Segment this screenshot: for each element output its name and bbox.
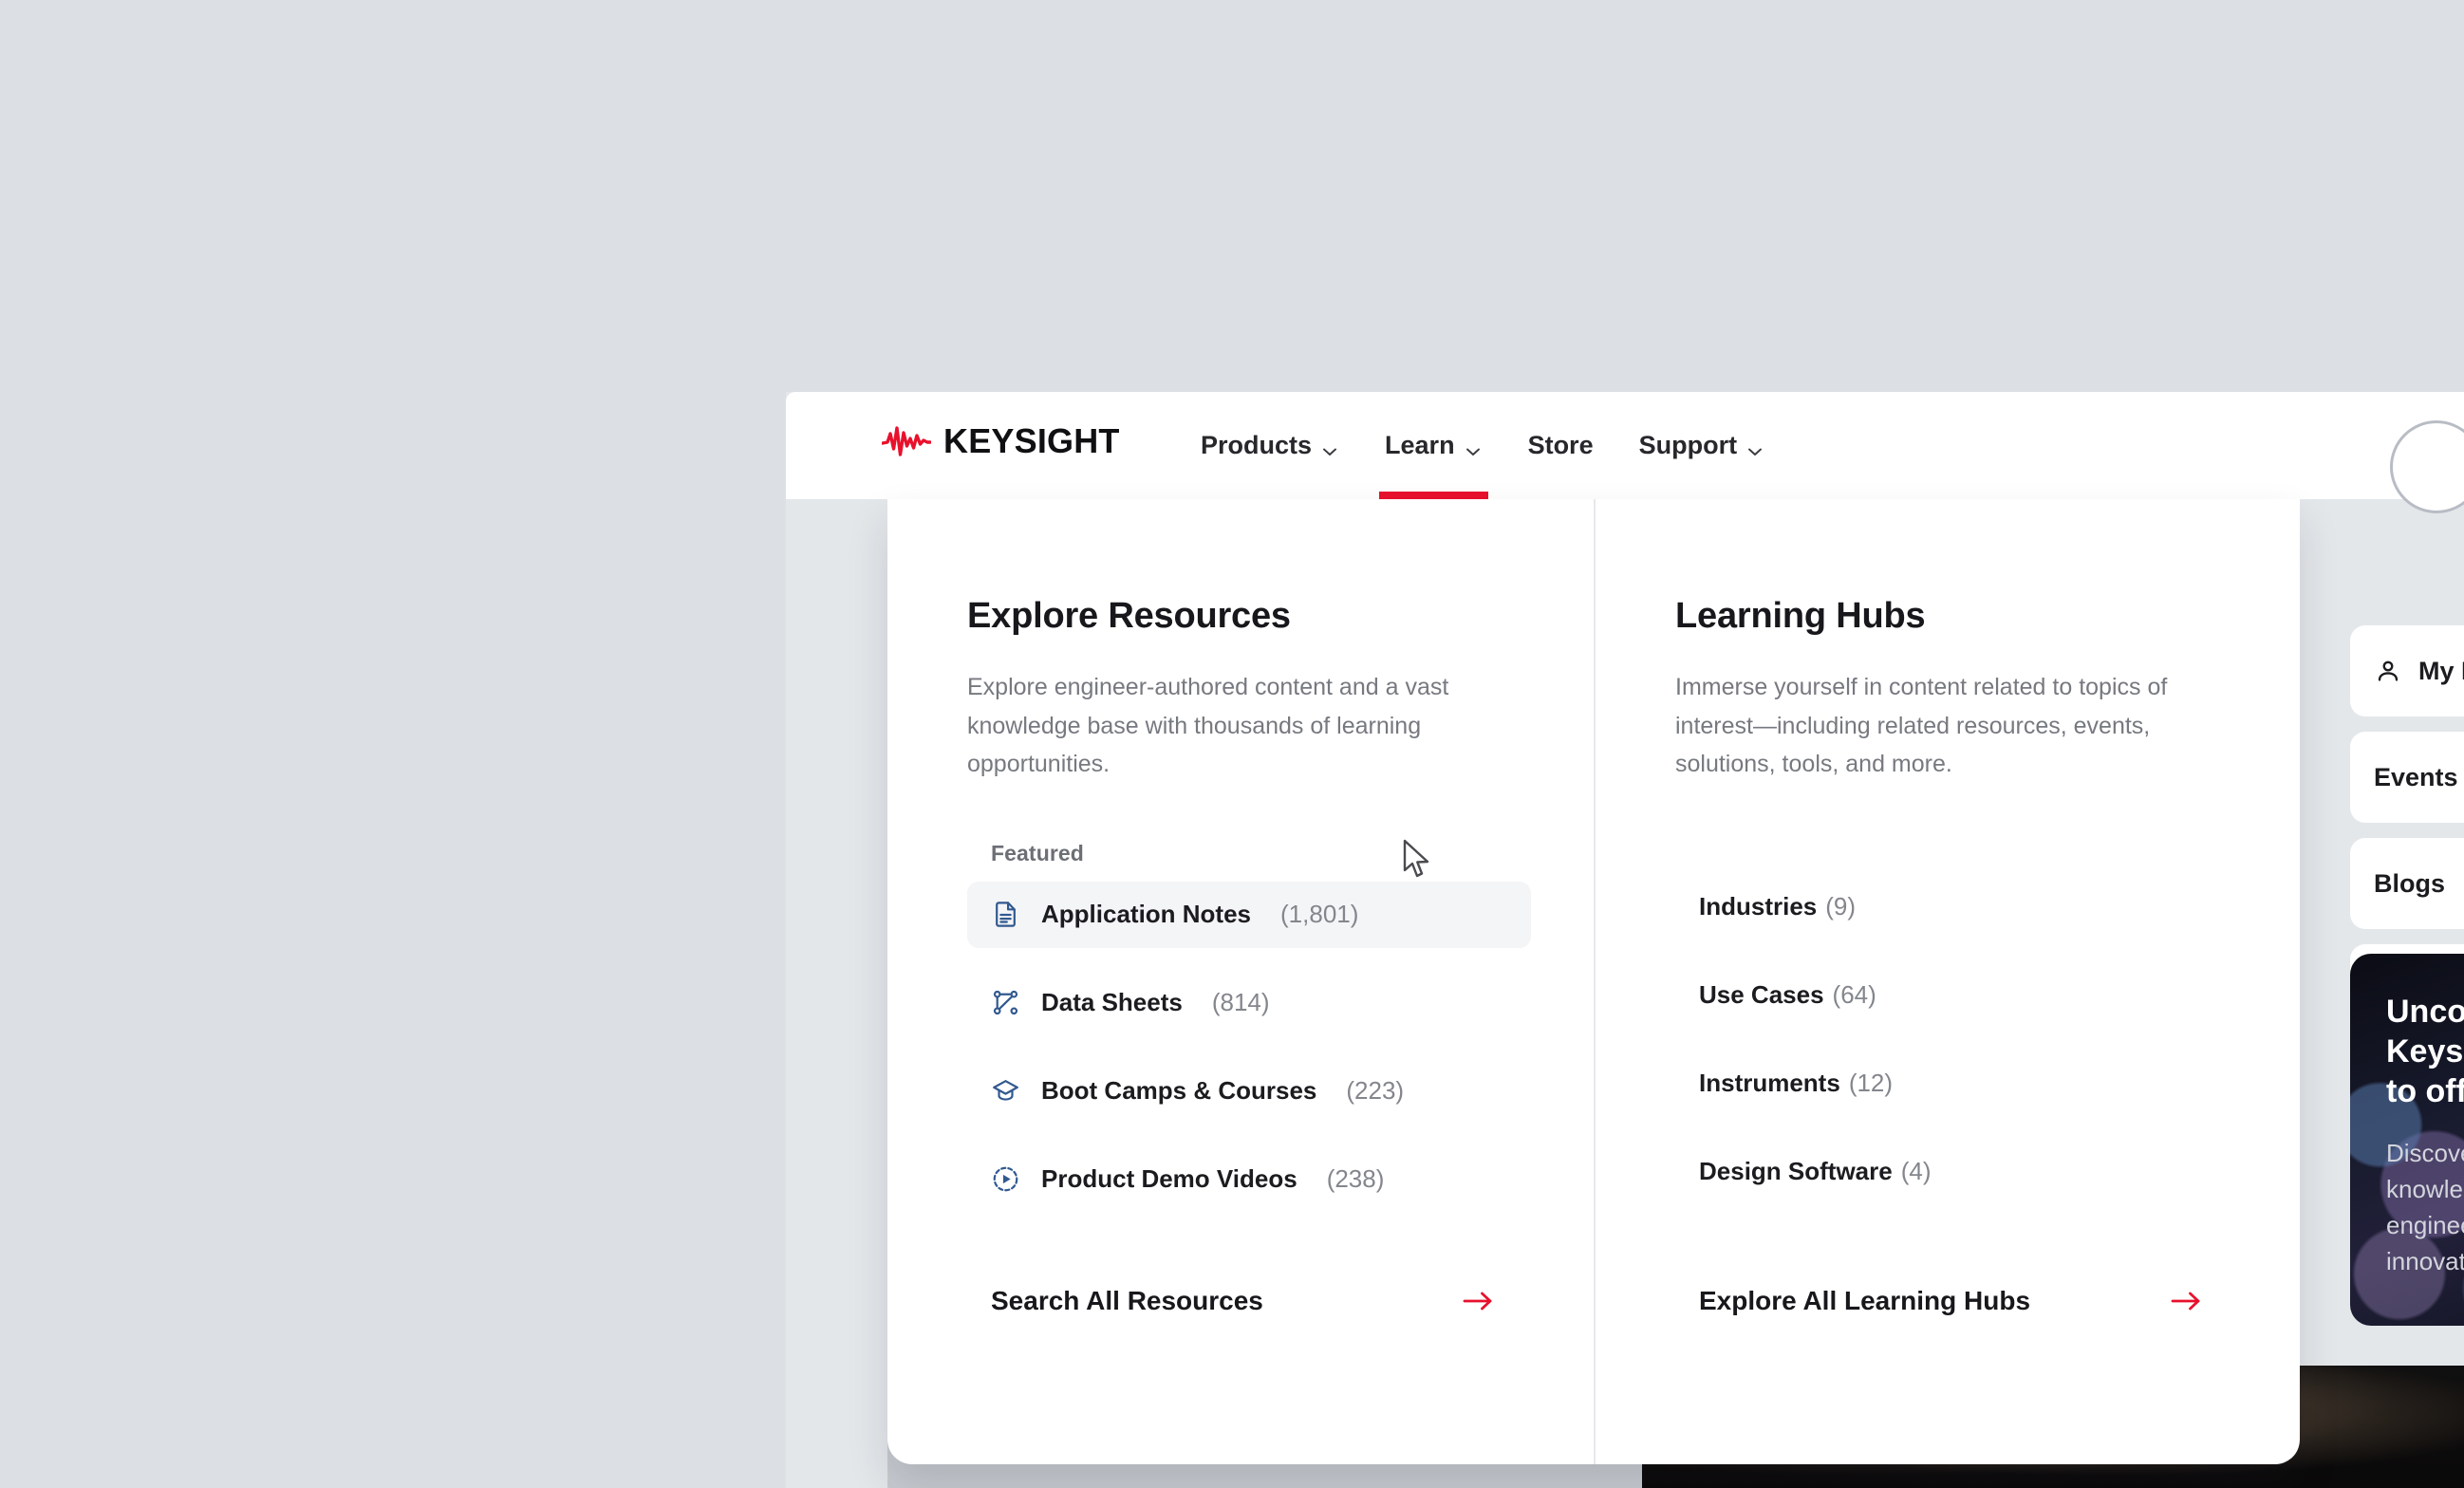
explore-resources-column: Explore Resources Explore engineer-autho… [887, 499, 1594, 1464]
chevron-down-icon [1745, 438, 1764, 457]
nav-item-label: Support [1638, 431, 1738, 459]
resource-item-count: (1,801) [1280, 900, 1359, 928]
hub-item-instruments[interactable]: Instruments (12) [1699, 1062, 1893, 1106]
hub-item-label: Design Software [1699, 1157, 1893, 1185]
hub-item-design-software[interactable]: Design Software (4) [1699, 1150, 1932, 1194]
search-all-resources-link[interactable]: Search All Resources [991, 1286, 1494, 1316]
screen: 80+ Topics 5,000+ Resources 8+ Languages… [0, 0, 2464, 1488]
rail-card-label: Blogs [2374, 868, 2446, 898]
rail-card-blogs[interactable]: Blogs [2350, 838, 2464, 929]
nav-item-support[interactable]: Support [1616, 392, 1787, 499]
hub-item-count: (9) [1825, 892, 1857, 921]
person-icon [2374, 657, 2402, 685]
keysight-waveform-icon [881, 425, 932, 457]
document-icon [991, 900, 1020, 929]
cta-label: Search All Resources [991, 1286, 1263, 1315]
resource-item-label: Application Notes [1041, 900, 1252, 928]
nav-item-store[interactable]: Store [1505, 392, 1616, 499]
hub-item-industries[interactable]: Industries (9) [1699, 885, 1856, 929]
graduation-cap-icon [991, 1076, 1020, 1106]
rail-card-label: My Lea [2418, 656, 2464, 685]
browser-window: 80+ Topics 5,000+ Resources 8+ Languages… [786, 392, 2464, 1488]
brand-logo[interactable]: KEYSIGHT [881, 421, 1120, 460]
rail-card-my-learning[interactable]: My Lea [2350, 625, 2464, 716]
hub-item-label: Industries [1699, 892, 1818, 921]
resource-item-data-sheets[interactable]: Data Sheets (814) [967, 970, 1531, 1036]
column-title: Explore Resources [967, 596, 1291, 636]
nav-item-label: Products [1201, 431, 1313, 459]
column-title: Learning Hubs [1675, 596, 1926, 636]
column-description: Explore engineer-authored content and a … [967, 674, 1449, 777]
cta-label: Explore All Learning Hubs [1699, 1286, 2031, 1315]
hub-item-use-cases[interactable]: Use Cases (64) [1699, 974, 1876, 1017]
promo-description: Discover th knowledge engineerin innovat… [2386, 1139, 2464, 1276]
column-description: Immerse yourself in content related to t… [1675, 674, 2168, 777]
resource-item-boot-camps-courses[interactable]: Boot Camps & Courses (223) [967, 1058, 1531, 1125]
resource-item-label: Product Demo Videos [1041, 1164, 1297, 1193]
resource-item-count: (223) [1346, 1076, 1405, 1105]
learn-mega-menu: Explore Resources Explore engineer-autho… [887, 499, 2300, 1464]
featured-resource-list: Application Notes (1,801) Data Sheets (8… [967, 881, 1531, 1213]
resource-item-label: Data Sheets [1041, 988, 1183, 1016]
nav-item-learn[interactable]: Learn [1362, 392, 1505, 499]
resource-item-count: (814) [1211, 988, 1270, 1016]
promo-card[interactable]: Uncov Keysig to offe Discover th knowled… [2350, 954, 2464, 1326]
play-circle-icon [991, 1164, 1020, 1194]
arrow-right-icon [2170, 1288, 2202, 1314]
hub-item-count: (4) [1900, 1157, 1932, 1185]
chevron-down-icon [1464, 438, 1483, 457]
explore-all-learning-hubs-link[interactable]: Explore All Learning Hubs [1699, 1286, 2202, 1316]
hub-item-label: Instruments [1699, 1069, 1840, 1097]
learning-hubs-column: Learning Hubs Immerse yourself in conten… [1594, 499, 2300, 1464]
hub-item-count: (12) [1848, 1069, 1894, 1097]
rail-card-events[interactable]: Events [2350, 732, 2464, 823]
arrow-right-icon [1462, 1288, 1494, 1314]
resource-item-count: (238) [1326, 1164, 1385, 1193]
resource-item-product-demo-videos[interactable]: Product Demo Videos (238) [967, 1146, 1531, 1213]
promo-title: Uncov Keysig to offe [2386, 994, 2464, 1110]
resource-item-application-notes[interactable]: Application Notes (1,801) [967, 881, 1531, 948]
hub-item-count: (64) [1832, 980, 1876, 1009]
featured-group-label: Featured [991, 840, 1084, 865]
learning-hub-list: Industries (9) Use Cases (64) Instrument… [1675, 885, 2237, 1194]
chevron-down-icon [1320, 438, 1339, 457]
nav-item-label: Store [1527, 431, 1594, 459]
hub-item-label: Use Cases [1699, 980, 1824, 1009]
top-navigation-bar: KEYSIGHT Products Learn Store Support [786, 392, 2464, 513]
resource-item-label: Boot Camps & Courses [1041, 1076, 1317, 1105]
nav-item-products[interactable]: Products [1178, 392, 1362, 499]
nav-item-label: Learn [1385, 431, 1455, 459]
main-nav: Products Learn Store Support [1178, 392, 1787, 499]
brand-name: KEYSIGHT [943, 421, 1120, 460]
rail-card-label: Events [2374, 762, 2458, 791]
node-graph-icon [991, 988, 1020, 1017]
